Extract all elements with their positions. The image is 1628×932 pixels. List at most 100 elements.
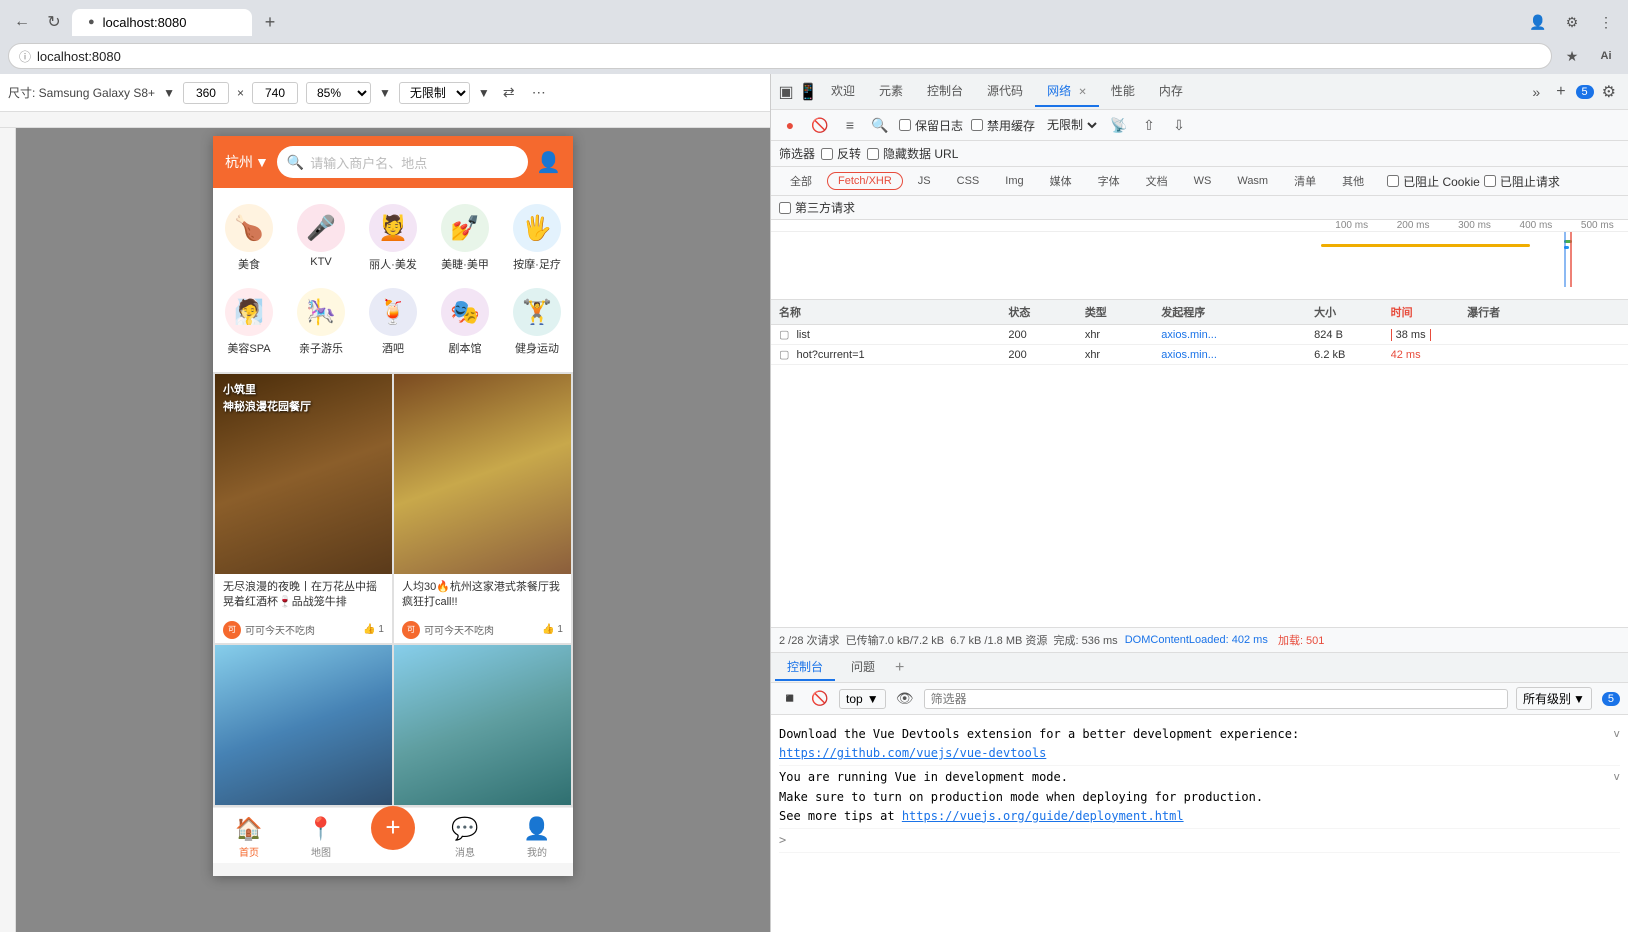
category-kids[interactable]: 🎠 亲子游乐 (285, 280, 357, 364)
reload-button[interactable]: ↻ (40, 8, 68, 36)
record-button[interactable]: ● (779, 114, 801, 136)
table-row[interactable]: ▢ hot?current=1 200 xhr axios.min... 6.2… (771, 345, 1628, 365)
disable-cache-label[interactable]: 禁用缓存 (971, 117, 1035, 134)
chip-manifest[interactable]: 清单 (1283, 170, 1327, 192)
tab-performance[interactable]: 性能 (1099, 76, 1147, 107)
tab-console[interactable]: 控制台 (915, 76, 975, 107)
category-massage[interactable]: 🖐 按摩·足疗 (501, 196, 573, 280)
feed-item-4[interactable] (394, 645, 571, 805)
hide-urls-checkbox[interactable] (867, 148, 879, 160)
height-input[interactable] (252, 82, 298, 104)
blocked-requests-checkbox[interactable] (1484, 175, 1496, 187)
category-spa[interactable]: 🧖 美容SPA (213, 280, 285, 364)
chip-other[interactable]: 其他 (1331, 170, 1375, 192)
third-party-checkbox[interactable] (779, 202, 791, 214)
preserve-log-label[interactable]: 保留日志 (899, 117, 963, 134)
category-food[interactable]: 🍗 美食 (213, 196, 285, 280)
add-console-tab-button[interactable]: + (895, 659, 904, 677)
clear-button[interactable]: 🚫 (809, 114, 831, 136)
tab-welcome[interactable]: 欢迎 (819, 76, 867, 107)
chip-wasm[interactable]: Wasm (1226, 172, 1279, 190)
chip-doc[interactable]: 文档 (1135, 170, 1179, 192)
tab-network[interactable]: 网络 ✕ (1035, 76, 1099, 107)
location-button[interactable]: 杭州 ▼ (225, 152, 269, 172)
more-tabs-button[interactable]: » (1524, 80, 1548, 104)
nav-add[interactable]: + (363, 816, 423, 859)
blocked-requests-label[interactable]: 已阻止请求 (1484, 173, 1560, 190)
console-clear-button[interactable]: ◾ (779, 688, 801, 710)
search-box[interactable]: 🔍 请输入商户名、地点 (277, 146, 528, 178)
preserve-log-checkbox[interactable] (899, 119, 911, 131)
nav-profile[interactable]: 👤 我的 (507, 816, 567, 859)
nav-messages[interactable]: 💬 消息 (435, 816, 495, 859)
feed-item-3[interactable] (215, 645, 392, 805)
nav-home[interactable]: 🏠 首页 (219, 816, 279, 859)
initiator-link-hot[interactable]: axios.min... (1161, 349, 1217, 361)
bookmark-button[interactable]: ★ (1558, 42, 1586, 70)
invert-filter-label[interactable]: 反转 (821, 145, 861, 162)
blocked-cookie-checkbox[interactable] (1387, 175, 1399, 187)
search-button[interactable]: 🔍 (869, 114, 891, 136)
user-avatar-icon[interactable]: 👤 (536, 150, 561, 175)
console-block-button[interactable]: 🚫 (809, 688, 831, 710)
more-device-button[interactable]: ⋯ (528, 82, 550, 104)
chip-media[interactable]: 媒体 (1039, 170, 1083, 192)
hide-urls-label[interactable]: 隐藏数据 URL (867, 145, 958, 162)
chip-font[interactable]: 字体 (1087, 170, 1131, 192)
chip-all[interactable]: 全部 (779, 170, 823, 192)
table-row[interactable]: ▢ list 200 xhr axios.min... 824 B 38 ms (771, 325, 1628, 345)
disable-cache-checkbox[interactable] (971, 119, 983, 131)
extensions-button[interactable]: ⚙ (1558, 8, 1586, 36)
feed-item-1[interactable]: 小筑里神秘浪漫花园餐厅 无尽浪漫的夜晚丨在万花丛中摇晃着红酒杯🍷品战笼牛排 可 … (215, 374, 392, 643)
devtools-button[interactable]: ⋮ (1592, 8, 1620, 36)
export-har-button[interactable]: ⇩ (1168, 114, 1190, 136)
back-button[interactable]: ← (8, 8, 36, 36)
initiator-link-list[interactable]: axios.min... (1161, 329, 1217, 341)
throttle-select-network[interactable]: 无限制 (1043, 117, 1100, 133)
devtools-inspect-button[interactable]: ▣ (775, 81, 797, 103)
ai-button[interactable]: Ai (1592, 42, 1620, 70)
add-tab-button[interactable]: + (1548, 79, 1573, 105)
chip-fetch-xhr[interactable]: Fetch/XHR (827, 172, 903, 190)
chip-ws[interactable]: WS (1183, 172, 1223, 190)
category-ktv[interactable]: 🎤 KTV (285, 196, 357, 280)
filter-toggle-button[interactable]: ≡ (839, 114, 861, 136)
feed-item-2[interactable]: 人均30🔥杭州这家港式茶餐厅我疯狂打call!! 可 可可今天不吃肉 👍 1 (394, 374, 571, 643)
invert-checkbox[interactable] (821, 148, 833, 160)
offline-button[interactable]: 📡 (1108, 114, 1130, 136)
category-beauty[interactable]: 💆 丽人·美发 (357, 196, 429, 280)
category-script[interactable]: 🎭 剧本馆 (429, 280, 501, 364)
chevron-down-icon[interactable]: ▼ (163, 86, 175, 100)
chip-img[interactable]: Img (994, 172, 1034, 190)
category-bar[interactable]: 🍹 酒吧 (357, 280, 429, 364)
new-tab-button[interactable]: + (256, 8, 284, 36)
tab-elements[interactable]: 元素 (867, 76, 915, 107)
console-eye-button[interactable]: 👁 (894, 688, 916, 710)
browser-tab[interactable]: ● localhost:8080 (72, 9, 252, 36)
throttle-select[interactable]: 无限制 (399, 82, 470, 104)
import-har-button[interactable]: ⇧ (1138, 114, 1160, 136)
tab-sources[interactable]: 源代码 (975, 76, 1035, 107)
tab-memory[interactable]: 内存 (1147, 76, 1195, 107)
add-button[interactable]: + (371, 806, 415, 850)
address-bar[interactable]: ⓘ localhost:8080 (8, 43, 1552, 69)
vue-devtools-link[interactable]: https://github.com/vuejs/vue-devtools (779, 746, 1046, 760)
category-nail[interactable]: 💅 美睫·美甲 (429, 196, 501, 280)
blocked-cookie-label[interactable]: 已阻止 Cookie (1387, 173, 1480, 190)
width-input[interactable] (183, 82, 229, 104)
console-tab[interactable]: 控制台 (775, 654, 835, 681)
log-level-selector[interactable]: 所有级别 ▼ (1516, 687, 1592, 710)
chip-css[interactable]: CSS (946, 172, 991, 190)
rotate-button[interactable]: ⇄ (498, 82, 520, 104)
issues-tab[interactable]: 问题 (839, 654, 887, 681)
zoom-select[interactable]: 85% 100% 75% (306, 82, 371, 104)
devtools-settings-button[interactable]: ⚙ (1594, 78, 1624, 106)
deployment-link[interactable]: https://vuejs.org/guide/deployment.html (902, 809, 1184, 823)
nav-map[interactable]: 📍 地图 (291, 816, 351, 859)
third-party-label[interactable]: 第三方请求 (779, 199, 855, 216)
console-filter-input[interactable] (924, 689, 1508, 709)
network-tab-close[interactable]: ✕ (1078, 87, 1086, 98)
category-fitness[interactable]: 🏋 健身运动 (501, 280, 573, 364)
profile-button[interactable]: 👤 (1524, 8, 1552, 36)
devtools-device-button[interactable]: 📱 (797, 81, 819, 103)
